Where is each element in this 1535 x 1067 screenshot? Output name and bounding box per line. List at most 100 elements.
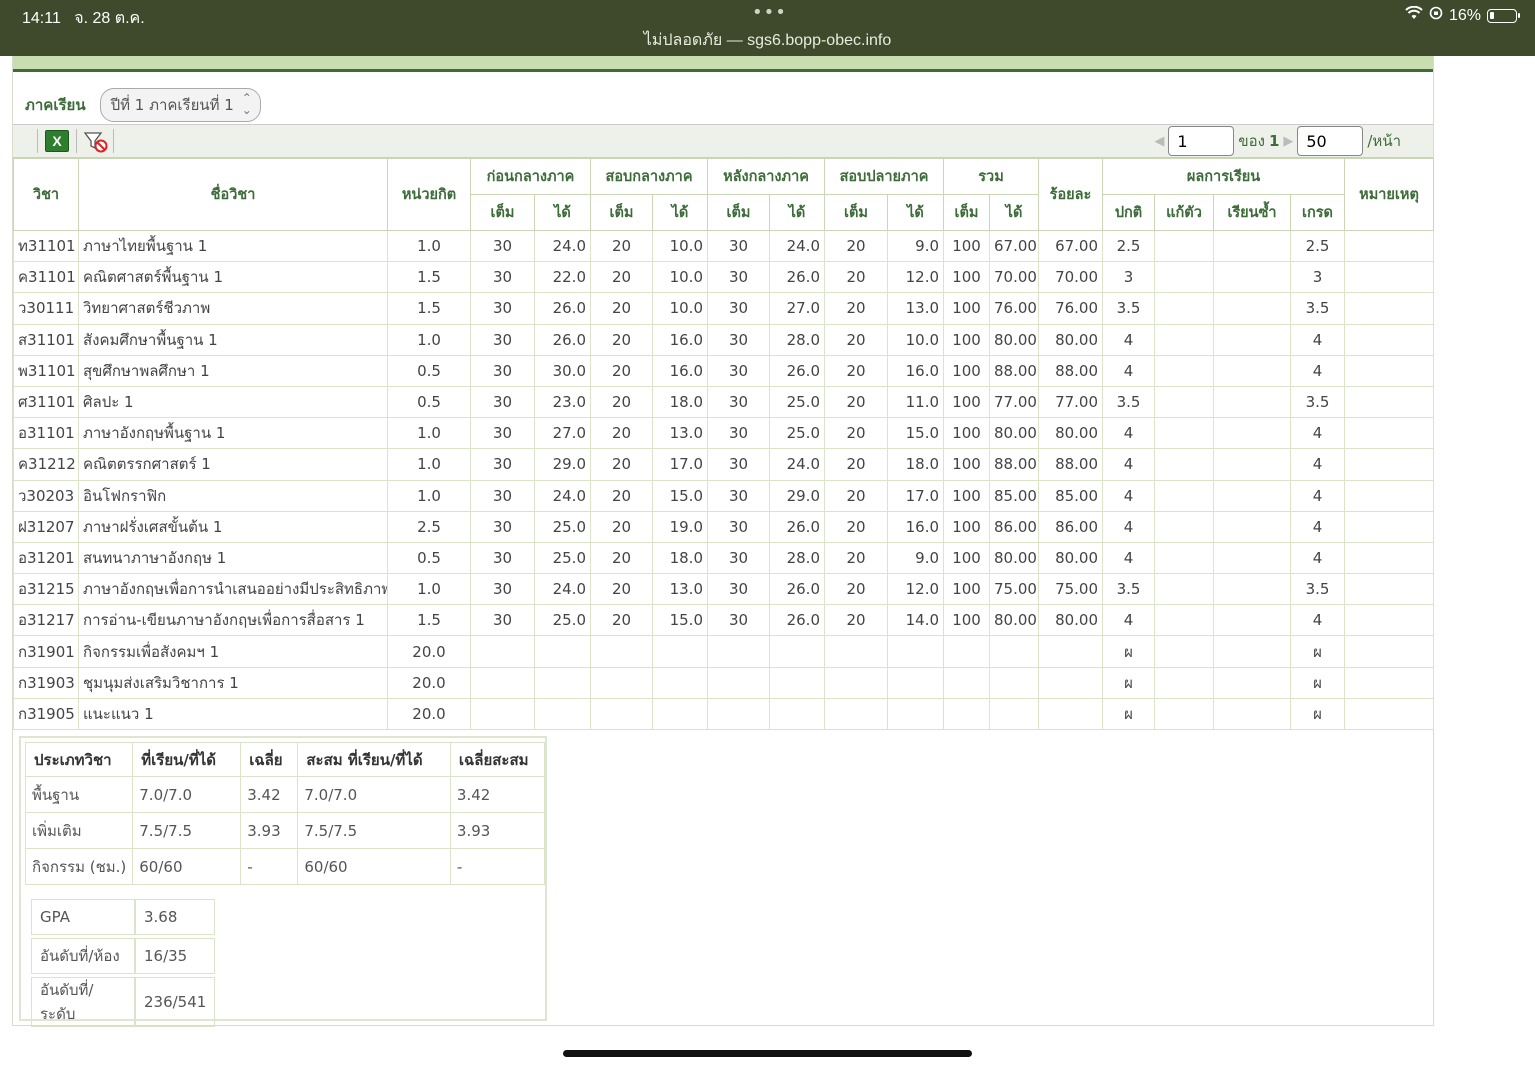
table-row[interactable]: ค31212 คณิตตรรกศาสตร์ 1 1.0 30 29.0 20 17.0 30 2… [13,448,1435,481]
table-cell: 30.0 [534,354,591,387]
table-cell: 12.0 [886,261,945,294]
table-cell: 67.00 [989,229,1040,263]
table-cell: 1.0 [387,573,471,606]
col-normal: ปกติ [1102,194,1156,231]
table-row[interactable]: ค31101 คณิตศาสตร์พื้นฐาน 1 1.5 30 22.0 20 10.0… [13,261,1435,294]
excel-icon[interactable]: X [45,130,69,152]
table-cell: ผ [1290,697,1346,731]
table-cell: 20 [590,448,653,481]
summary-cell: 3.42 [449,776,546,813]
table-cell: 20 [824,323,888,356]
table-cell: ส31101 [13,323,79,356]
table-cell: 30 [707,385,770,419]
table-cell: 30 [707,229,770,263]
table-cell: 12.0 [886,573,945,606]
table-cell [652,635,708,668]
battery-percent: 16% [1448,6,1481,24]
term-select[interactable]: ปีที่ 1 ภาคเรียนที่ 1 ⌃ ⌄ [99,88,261,122]
table-cell: ผ [1290,666,1346,699]
table-cell [1213,697,1292,731]
table-cell [1344,666,1435,699]
table-cell: 77.00 [1038,385,1104,419]
table-cell: 80.00 [989,604,1040,637]
table-cell: 1.5 [387,604,471,637]
table-cell: 67.00 [1038,229,1104,263]
table-row[interactable]: ส31101 สังคมศึกษาพื้นฐาน 1 1.0 30 26.0 20 16.0… [13,323,1435,356]
col-credit[interactable]: หน่วยกิต [387,158,471,231]
table-cell: 88.00 [1038,354,1104,387]
table-cell: 20 [824,510,888,543]
table-cell: 86.00 [1038,510,1104,543]
col-got: ได้ [652,194,708,231]
table-cell: 4 [1102,448,1156,481]
gpa-value: 3.68 [135,899,216,935]
table-cell: 18.0 [652,385,708,419]
col-name[interactable]: ชื่อวิชา [78,158,388,231]
table-cell: 3.5 [1290,292,1346,325]
prev-page-icon[interactable]: ◀ [1154,134,1164,149]
table-cell: 20 [824,573,888,606]
clear-filter-icon[interactable] [83,130,108,153]
table-cell: 9.0 [886,541,945,575]
table-row[interactable]: ฝ31207 ภาษาฝรั่งเศสขั้นต้น 1 2.5 30 25.0 20 19… [13,510,1435,543]
toolbar-divider [113,129,114,153]
table-cell: 1.0 [387,448,471,481]
sum-col-cum-credits: สะสม ที่เรียน/ที่ได้ [297,742,451,777]
table-row[interactable]: ก31905 แนะแนว 1 20.0 ผ ผ [13,697,1435,731]
table-cell: 4 [1290,541,1346,575]
table-row[interactable]: ว30203 อินโฟกราฟิก 1.0 30 24.0 20 15.0 30 29.0 20… [13,479,1435,512]
summary-cell: เพิ่มเติม [24,812,134,849]
col-full: เต็ม [590,194,653,231]
table-row[interactable]: ว30111 วิทยาศาสตร์ชีวภาพ 1.5 30 26.0 20 10.0 30… [13,292,1435,325]
col-mid: สอบกลางภาค [590,158,708,195]
table-cell: 16.0 [652,354,708,387]
table-cell: 10.0 [886,323,945,356]
address-bar[interactable]: ไม่ปลอดภัย — sgs6.bopp-obec.info [0,28,1535,53]
table-cell: 20 [590,385,653,419]
table-row[interactable]: อ31201 สนทนาภาษาอังกฤษ 1 0.5 30 25.0 20 18.0 30… [13,541,1435,575]
table-cell: อินโฟกราฟิก [78,479,388,512]
table-cell [1154,604,1215,637]
table-row[interactable]: ก31901 กิจกรรมเพื่อสังคมฯ 1 20.0 ผ ผ [13,635,1435,668]
table-cell [1154,573,1215,606]
col-code[interactable]: วิชา [13,158,79,231]
class-rank-value: 16/35 [135,938,216,974]
next-page-icon[interactable]: ▶ [1283,134,1293,149]
table-cell [1344,604,1435,637]
table-row[interactable]: ท31101 ภาษาไทยพื้นฐาน 1 1.0 30 24.0 20 10.0 30 2… [13,229,1435,263]
table-cell [1154,354,1215,387]
table-row[interactable]: อ31217 การอ่าน-เขียนภาษาอังกฤษเพื่อการสื่… [13,604,1435,637]
summary-cell: 60/60 [132,848,242,885]
table-row[interactable]: ศ31101 ศิลปะ 1 0.5 30 23.0 20 18.0 30 25.0 20 11.0… [13,385,1435,419]
table-cell: 80.00 [989,323,1040,356]
col-note[interactable]: หมายเหตุ [1344,158,1435,231]
col-total: รวม [943,158,1040,195]
table-cell: 4 [1102,323,1156,356]
table-cell: อ31101 [13,417,79,450]
table-cell: 29.0 [769,479,825,512]
more-dots-icon[interactable]: ••• [752,2,787,23]
col-post-mid: หลังกลางภาค [707,158,825,195]
table-cell: 20 [824,448,888,481]
table-cell: 25.0 [534,604,591,637]
table-row[interactable]: ก31903 ชุมนุมส่งเสริมวิชาการ 1 20.0 ผ ผ [13,666,1435,699]
table-cell [590,635,653,668]
table-cell: ก31905 [13,697,79,731]
table-row[interactable]: พ31101 สุขศึกษาพลศึกษา 1 0.5 30 30.0 20 16.0 30… [13,354,1435,387]
table-cell [652,697,708,731]
table-cell: 20 [824,292,888,325]
col-percent[interactable]: ร้อยละ [1038,158,1104,231]
battery-icon [1487,8,1520,23]
home-indicator[interactable] [563,1050,972,1057]
table-cell: 100 [943,573,991,606]
table-cell: 30 [707,448,770,481]
page-number-input[interactable] [1168,126,1235,156]
table-row[interactable]: อ31215 ภาษาอังกฤษเพื่อการนำเสนออย่างมีประ… [13,573,1435,606]
table-cell: 25.0 [769,417,825,450]
page-size-input[interactable] [1297,126,1364,156]
table-cell: 100 [943,541,991,575]
table-cell [652,666,708,699]
table-row[interactable]: อ31101 ภาษาอังกฤษพื้นฐาน 1 1.0 30 27.0 20 13.0… [13,417,1435,450]
table-cell: 88.00 [989,354,1040,387]
table-cell: 100 [943,323,991,356]
